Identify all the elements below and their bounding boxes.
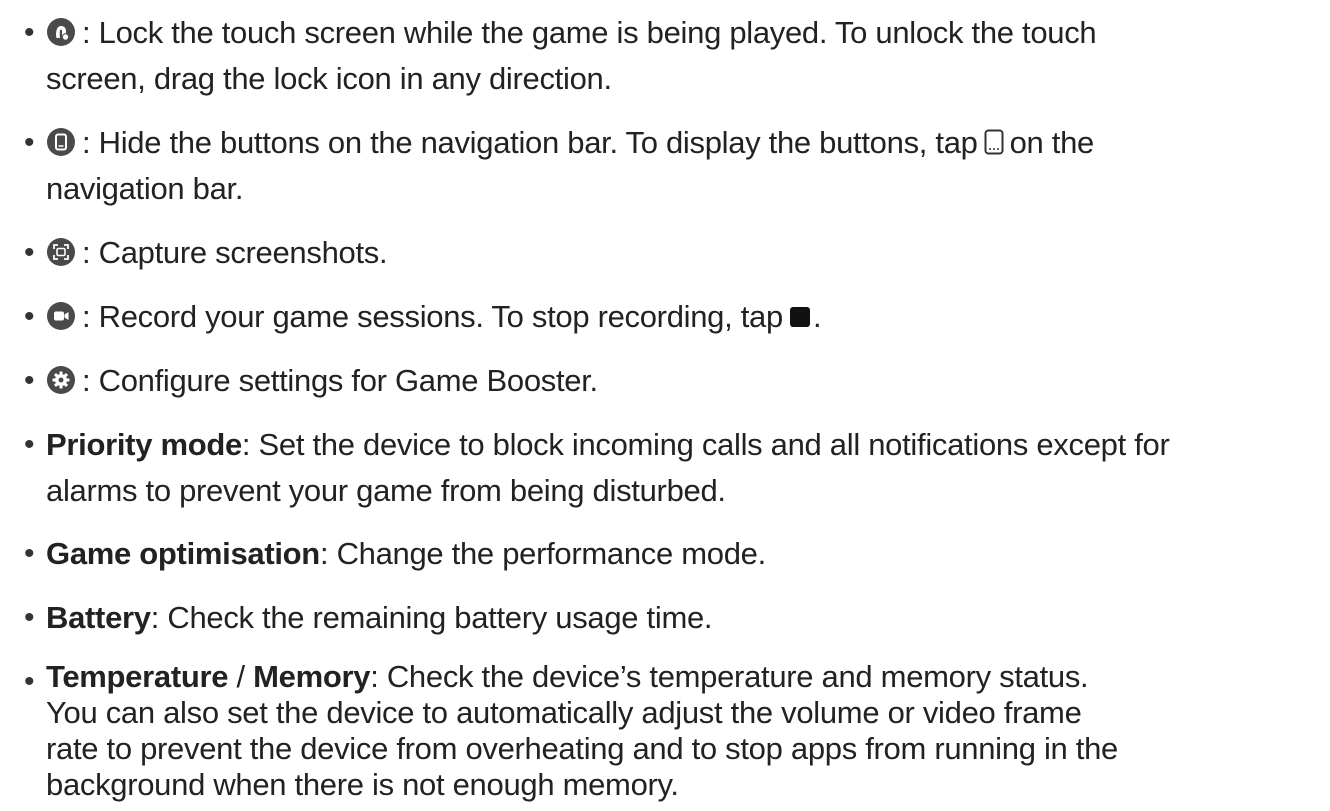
lock-touch-line-1: : Lock the touch screen while the game i…	[82, 15, 1097, 50]
priority-mode-line-1: : Set the device to block incoming calls…	[241, 427, 1170, 462]
list-item-text: : Capture screenshots.	[46, 230, 1316, 276]
list-item-text: : Configure settings for Game Booster.	[46, 358, 1316, 404]
record-text-before: : Record your game sessions. To stop rec…	[82, 299, 783, 334]
settings-text: : Configure settings for Game Booster.	[82, 363, 598, 398]
temperature-memory-line-3: rate to prevent the device from overheat…	[46, 731, 1118, 766]
list-item-text: Battery: Check the remaining battery usa…	[46, 595, 1316, 641]
bullet: •	[24, 665, 35, 698]
memory-term: Memory	[253, 659, 371, 694]
bullet: •	[24, 16, 35, 49]
hide-nav-line-2: navigation bar.	[46, 171, 244, 206]
battery-term: Battery	[46, 600, 151, 635]
bullet: •	[24, 364, 35, 397]
lock-touch-icon	[46, 17, 76, 47]
battery-text: : Check the remaining battery usage time…	[150, 600, 713, 635]
list-item-text: Game optimisation: Change the performanc…	[46, 531, 1316, 577]
record-icon	[46, 301, 76, 331]
record-text-after: .	[812, 299, 822, 334]
priority-mode-line-2: alarms to prevent your game from being d…	[46, 473, 726, 508]
bullet: •	[24, 126, 35, 159]
list-item-text: : Record your game sessions. To stop rec…	[46, 294, 1316, 340]
temperature-memory-line-2: You can also set the device to automatic…	[46, 695, 1082, 730]
hide-nav-line-1-after: on the	[1009, 125, 1095, 160]
game-optimisation-text: : Change the performance mode.	[319, 536, 766, 571]
temperature-memory-line-4: background when there is not enough memo…	[46, 767, 679, 802]
hide-nav-buttons-icon	[46, 127, 76, 157]
stop-icon	[789, 306, 811, 328]
list-item-text: Temperature / Memory: Check the device’s…	[46, 659, 1316, 803]
navigation-bar-icon	[984, 129, 1004, 155]
lock-touch-line-2: screen, drag the lock icon in any direct…	[46, 61, 612, 96]
screenshot-text: : Capture screenshots.	[82, 235, 388, 270]
term-separator: /	[228, 659, 254, 694]
screenshot-icon	[46, 237, 76, 267]
priority-mode-term: Priority mode	[46, 427, 242, 462]
game-optimisation-term: Game optimisation	[46, 536, 320, 571]
bullet: •	[24, 236, 35, 269]
list-item-text: Priority mode: Set the device to block i…	[46, 422, 1316, 514]
bullet: •	[24, 300, 35, 333]
list-item-text: : Lock the touch screen while the game i…	[46, 10, 1316, 102]
bullet: •	[24, 428, 35, 461]
temperature-memory-line-1: : Check the device’s temperature and mem…	[370, 659, 1089, 694]
list-item-text: : Hide the buttons on the navigation bar…	[46, 120, 1316, 212]
settings-gear-icon	[46, 365, 76, 395]
temperature-term: Temperature	[46, 659, 229, 694]
hide-nav-line-1-before: : Hide the buttons on the navigation bar…	[82, 125, 978, 160]
bullet: •	[24, 537, 35, 570]
bullet: •	[24, 601, 35, 634]
